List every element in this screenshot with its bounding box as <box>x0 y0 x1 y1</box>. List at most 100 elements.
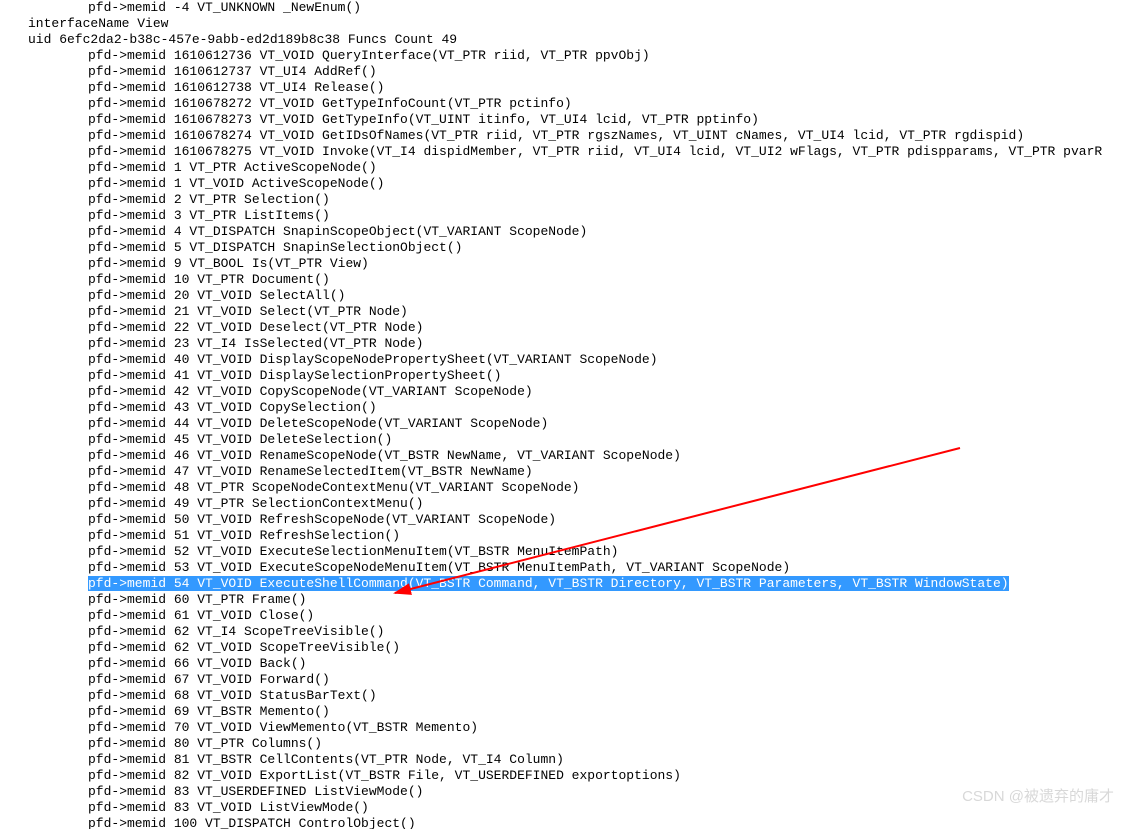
code-line[interactable]: pfd->memid 1610678273 VT_VOID GetTypeInf… <box>0 112 1136 128</box>
code-text[interactable]: pfd->memid 83 VT_USERDEFINED ListViewMod… <box>88 784 423 799</box>
code-line[interactable]: pfd->memid 1 VT_VOID ActiveScopeNode() <box>0 176 1136 192</box>
code-text[interactable]: pfd->memid 1 VT_VOID ActiveScopeNode() <box>88 176 384 191</box>
code-line[interactable]: pfd->memid 9 VT_BOOL Is(VT_PTR View) <box>0 256 1136 272</box>
code-line[interactable]: pfd->memid 41 VT_VOID DisplaySelectionPr… <box>0 368 1136 384</box>
code-line[interactable]: pfd->memid 44 VT_VOID DeleteScopeNode(VT… <box>0 416 1136 432</box>
code-text[interactable]: pfd->memid 62 VT_I4 ScopeTreeVisible() <box>88 624 384 639</box>
code-text[interactable]: pfd->memid 68 VT_VOID StatusBarText() <box>88 688 377 703</box>
code-text[interactable]: pfd->memid 67 VT_VOID Forward() <box>88 672 330 687</box>
code-text[interactable]: pfd->memid 1610612738 VT_UI4 Release() <box>88 80 384 95</box>
code-text[interactable]: pfd->memid 23 VT_I4 IsSelected(VT_PTR No… <box>88 336 423 351</box>
code-text[interactable]: pfd->memid 61 VT_VOID Close() <box>88 608 314 623</box>
code-line[interactable]: pfd->memid 81 VT_BSTR CellContents(VT_PT… <box>0 752 1136 768</box>
code-text[interactable]: pfd->memid 83 VT_VOID ListViewMode() <box>88 800 369 815</box>
code-text[interactable]: pfd->memid 46 VT_VOID RenameScopeNode(VT… <box>88 448 681 463</box>
code-text[interactable]: pfd->memid 1 VT_PTR ActiveScopeNode() <box>88 160 377 175</box>
code-text[interactable]: pfd->memid 9 VT_BOOL Is(VT_PTR View) <box>88 256 369 271</box>
code-line[interactable]: pfd->memid 62 VT_I4 ScopeTreeVisible() <box>0 624 1136 640</box>
code-text[interactable]: pfd->memid 1610678275 VT_VOID Invoke(VT_… <box>88 144 1102 159</box>
code-text[interactable]: pfd->memid 70 VT_VOID ViewMemento(VT_BST… <box>88 720 478 735</box>
code-text[interactable]: pfd->memid 40 VT_VOID DisplayScopeNodePr… <box>88 352 658 367</box>
code-text[interactable]: pfd->memid 10 VT_PTR Document() <box>88 272 330 287</box>
code-text[interactable]: pfd->memid 51 VT_VOID RefreshSelection() <box>88 528 400 543</box>
code-line[interactable]: pfd->memid -4 VT_UNKNOWN _NewEnum() <box>0 0 1136 16</box>
code-text[interactable]: pfd->memid 3 VT_PTR ListItems() <box>88 208 330 223</box>
code-line[interactable]: pfd->memid 48 VT_PTR ScopeNodeContextMen… <box>0 480 1136 496</box>
code-text[interactable]: pfd->memid 42 VT_VOID CopyScopeNode(VT_V… <box>88 384 533 399</box>
code-line[interactable]: pfd->memid 4 VT_DISPATCH SnapinScopeObje… <box>0 224 1136 240</box>
code-text[interactable]: pfd->memid 54 VT_VOID ExecuteShellComman… <box>88 576 1009 591</box>
code-line[interactable]: pfd->memid 61 VT_VOID Close() <box>0 608 1136 624</box>
code-line[interactable]: pfd->memid 68 VT_VOID StatusBarText() <box>0 688 1136 704</box>
code-line[interactable]: pfd->memid 82 VT_VOID ExportList(VT_BSTR… <box>0 768 1136 784</box>
code-text[interactable]: pfd->memid 82 VT_VOID ExportList(VT_BSTR… <box>88 768 681 783</box>
code-text[interactable]: pfd->memid 21 VT_VOID Select(VT_PTR Node… <box>88 304 408 319</box>
code-line[interactable]: pfd->memid 45 VT_VOID DeleteSelection() <box>0 432 1136 448</box>
code-line[interactable]: pfd->memid 1610612736 VT_VOID QueryInter… <box>0 48 1136 64</box>
code-line[interactable]: pfd->memid 40 VT_VOID DisplayScopeNodePr… <box>0 352 1136 368</box>
code-text[interactable]: pfd->memid 44 VT_VOID DeleteScopeNode(VT… <box>88 416 548 431</box>
code-line[interactable]: pfd->memid 50 VT_VOID RefreshScopeNode(V… <box>0 512 1136 528</box>
code-text[interactable]: pfd->memid 1610678273 VT_VOID GetTypeInf… <box>88 112 759 127</box>
code-viewport[interactable]: pfd->memid -4 VT_UNKNOWN _NewEnum()inter… <box>0 0 1136 829</box>
code-text[interactable]: pfd->memid 100 VT_DISPATCH ControlObject… <box>88 816 416 829</box>
code-text[interactable]: pfd->memid 69 VT_BSTR Memento() <box>88 704 330 719</box>
code-line[interactable]: pfd->memid 1610678272 VT_VOID GetTypeInf… <box>0 96 1136 112</box>
code-text[interactable]: pfd->memid 43 VT_VOID CopySelection() <box>88 400 377 415</box>
code-line[interactable]: pfd->memid 46 VT_VOID RenameScopeNode(VT… <box>0 448 1136 464</box>
code-text[interactable]: pfd->memid 45 VT_VOID DeleteSelection() <box>88 432 392 447</box>
code-line[interactable]: pfd->memid 69 VT_BSTR Memento() <box>0 704 1136 720</box>
code-line[interactable]: pfd->memid 47 VT_VOID RenameSelectedItem… <box>0 464 1136 480</box>
code-line[interactable]: pfd->memid 1610678275 VT_VOID Invoke(VT_… <box>0 144 1136 160</box>
code-text[interactable]: uid 6efc2da2-b38c-457e-9abb-ed2d189b8c38… <box>28 32 457 47</box>
code-line[interactable]: pfd->memid 80 VT_PTR Columns() <box>0 736 1136 752</box>
code-line[interactable]: pfd->memid 83 VT_VOID ListViewMode() <box>0 800 1136 816</box>
code-text[interactable]: pfd->memid 66 VT_VOID Back() <box>88 656 306 671</box>
code-line[interactable]: pfd->memid 2 VT_PTR Selection() <box>0 192 1136 208</box>
code-line[interactable]: pfd->memid 43 VT_VOID CopySelection() <box>0 400 1136 416</box>
code-line[interactable]: pfd->memid 1 VT_PTR ActiveScopeNode() <box>0 160 1136 176</box>
code-line[interactable]: pfd->memid 21 VT_VOID Select(VT_PTR Node… <box>0 304 1136 320</box>
code-line[interactable]: pfd->memid 3 VT_PTR ListItems() <box>0 208 1136 224</box>
code-line[interactable]: pfd->memid 66 VT_VOID Back() <box>0 656 1136 672</box>
code-line[interactable]: pfd->memid 20 VT_VOID SelectAll() <box>0 288 1136 304</box>
code-line[interactable]: uid 6efc2da2-b38c-457e-9abb-ed2d189b8c38… <box>0 32 1136 48</box>
code-line[interactable]: pfd->memid 100 VT_DISPATCH ControlObject… <box>0 816 1136 829</box>
code-line[interactable]: pfd->memid 1610678274 VT_VOID GetIDsOfNa… <box>0 128 1136 144</box>
code-text[interactable]: pfd->memid 41 VT_VOID DisplaySelectionPr… <box>88 368 501 383</box>
code-text[interactable]: pfd->memid 47 VT_VOID RenameSelectedItem… <box>88 464 533 479</box>
code-line[interactable]: pfd->memid 52 VT_VOID ExecuteSelectionMe… <box>0 544 1136 560</box>
code-text[interactable]: pfd->memid 1610678272 VT_VOID GetTypeInf… <box>88 96 572 111</box>
code-text[interactable]: pfd->memid 60 VT_PTR Frame() <box>88 592 306 607</box>
code-text[interactable]: pfd->memid 49 VT_PTR SelectionContextMen… <box>88 496 423 511</box>
code-line[interactable]: pfd->memid 83 VT_USERDEFINED ListViewMod… <box>0 784 1136 800</box>
code-line[interactable]: pfd->memid 67 VT_VOID Forward() <box>0 672 1136 688</box>
code-line[interactable]: pfd->memid 1610612738 VT_UI4 Release() <box>0 80 1136 96</box>
code-line[interactable]: pfd->memid 42 VT_VOID CopyScopeNode(VT_V… <box>0 384 1136 400</box>
code-line[interactable]: pfd->memid 22 VT_VOID Deselect(VT_PTR No… <box>0 320 1136 336</box>
code-text[interactable]: interfaceName View <box>28 16 168 31</box>
code-text[interactable]: pfd->memid 2 VT_PTR Selection() <box>88 192 330 207</box>
code-text[interactable]: pfd->memid 20 VT_VOID SelectAll() <box>88 288 345 303</box>
code-text[interactable]: pfd->memid -4 VT_UNKNOWN _NewEnum() <box>88 0 361 15</box>
code-line[interactable]: pfd->memid 62 VT_VOID ScopeTreeVisible() <box>0 640 1136 656</box>
code-text[interactable]: pfd->memid 48 VT_PTR ScopeNodeContextMen… <box>88 480 579 495</box>
code-text[interactable]: pfd->memid 52 VT_VOID ExecuteSelectionMe… <box>88 544 619 559</box>
code-line[interactable]: pfd->memid 53 VT_VOID ExecuteScopeNodeMe… <box>0 560 1136 576</box>
code-text[interactable]: pfd->memid 1610612737 VT_UI4 AddRef() <box>88 64 377 79</box>
code-text[interactable]: pfd->memid 53 VT_VOID ExecuteScopeNodeMe… <box>88 560 790 575</box>
code-line[interactable]: interfaceName View <box>0 16 1136 32</box>
code-line[interactable]: pfd->memid 10 VT_PTR Document() <box>0 272 1136 288</box>
code-lines[interactable]: pfd->memid -4 VT_UNKNOWN _NewEnum()inter… <box>0 0 1136 829</box>
code-text[interactable]: pfd->memid 22 VT_VOID Deselect(VT_PTR No… <box>88 320 423 335</box>
code-line[interactable]: pfd->memid 49 VT_PTR SelectionContextMen… <box>0 496 1136 512</box>
code-line[interactable]: pfd->memid 70 VT_VOID ViewMemento(VT_BST… <box>0 720 1136 736</box>
code-text[interactable]: pfd->memid 50 VT_VOID RefreshScopeNode(V… <box>88 512 556 527</box>
code-text[interactable]: pfd->memid 1610678274 VT_VOID GetIDsOfNa… <box>88 128 1024 143</box>
code-line[interactable]: pfd->memid 51 VT_VOID RefreshSelection() <box>0 528 1136 544</box>
code-text[interactable]: pfd->memid 1610612736 VT_VOID QueryInter… <box>88 48 650 63</box>
code-line-selected[interactable]: pfd->memid 54 VT_VOID ExecuteShellComman… <box>0 576 1136 592</box>
code-line[interactable]: pfd->memid 5 VT_DISPATCH SnapinSelection… <box>0 240 1136 256</box>
code-line[interactable]: pfd->memid 23 VT_I4 IsSelected(VT_PTR No… <box>0 336 1136 352</box>
code-line[interactable]: pfd->memid 1610612737 VT_UI4 AddRef() <box>0 64 1136 80</box>
